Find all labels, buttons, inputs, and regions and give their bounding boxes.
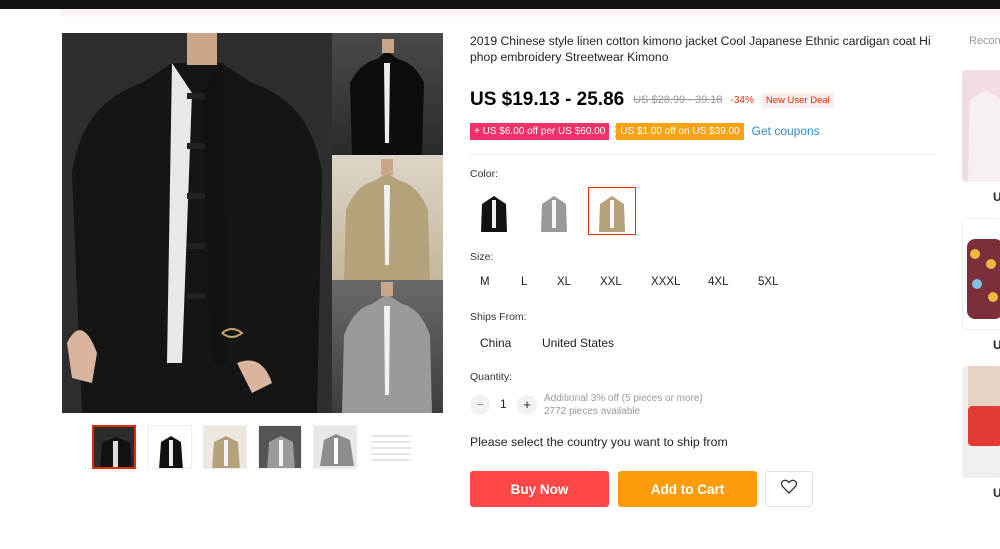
thumbnail-5[interactable] (313, 425, 357, 469)
coupon-row: + US $6.00 off per US $60.00 US $1.00 of… (470, 122, 820, 140)
thumbnail-strip (92, 425, 422, 471)
size-option-4xl[interactable]: 4XL (708, 276, 728, 288)
size-option-m[interactable]: M (480, 276, 490, 288)
quantity-label: Quantity: (470, 371, 513, 383)
size-option-xl[interactable]: XL (557, 276, 571, 288)
original-price: US $28.99 - 39.18 (633, 94, 723, 106)
quantity-note: Additional 3% off (5 pieces or more) 277… (544, 392, 703, 418)
add-to-cart-button[interactable]: Add to Cart (618, 471, 757, 507)
size-option-5xl[interactable]: 5XL (758, 276, 778, 288)
size-option-xxxl[interactable]: XXXL (651, 276, 680, 288)
recommended-title: Recon (969, 35, 1000, 47)
color-label: Color: (470, 168, 499, 180)
recommended-item-1[interactable] (962, 70, 1000, 182)
quantity-increase-button[interactable]: + (517, 395, 537, 415)
size-option-l[interactable]: L (521, 276, 527, 288)
top-navigation-bar (0, 0, 1000, 9)
quantity-decrease-button[interactable]: − (470, 395, 490, 415)
thumbnail-2[interactable] (148, 425, 192, 469)
quantity-value[interactable]: 1 (500, 397, 507, 411)
coupon-select-discount[interactable]: US $1.00 off on US $39.00 (615, 122, 744, 140)
gallery-image-khaki-jacket[interactable] (332, 155, 443, 280)
thumbnail-1[interactable] (92, 425, 136, 469)
recommended-item-3[interactable] (962, 366, 1000, 478)
get-coupons-link[interactable]: Get coupons (752, 124, 820, 138)
recommended-price-2: U (993, 338, 1000, 352)
new-user-deal-badge: New User Deal (761, 92, 834, 108)
color-swatch-grey[interactable] (530, 187, 578, 235)
recommended-price-3: U (993, 486, 1000, 500)
price-row: US $19.13 - 25.86 US $28.99 - 39.18 -34%… (470, 88, 834, 112)
ships-from-china[interactable]: China (480, 336, 511, 350)
discount-badge: -34% (730, 94, 754, 106)
buy-now-button[interactable]: Buy Now (470, 471, 609, 507)
color-swatch-khaki[interactable] (588, 187, 636, 235)
thumbnail-4[interactable] (258, 425, 302, 469)
header-shadow (60, 9, 1000, 19)
product-title: 2019 Chinese style linen cotton kimono j… (470, 34, 931, 64)
ships-from-label: Ships From: (470, 311, 527, 323)
ships-from-united-states[interactable]: United States (542, 336, 614, 350)
main-product-image[interactable] (62, 33, 332, 413)
wishlist-button[interactable] (765, 471, 813, 507)
stock-available-note: 2772 pieces available (544, 406, 641, 417)
image-gallery-column (332, 33, 443, 413)
size-options: M L XL XXL XXXL 4XL 5XL (480, 276, 800, 292)
thumbnail-6-size-chart[interactable] (368, 425, 412, 469)
color-swatch-black[interactable] (470, 187, 518, 235)
thumbnail-3[interactable] (203, 425, 247, 469)
shipping-country-message: Please select the country you want to sh… (470, 435, 728, 449)
bulk-discount-note: Additional 3% off (5 pieces or more) (544, 393, 703, 404)
coupon-store-discount[interactable]: + US $6.00 off per US $60.00 (470, 122, 610, 140)
current-price: US $19.13 - 25.86 (470, 89, 625, 110)
size-label: Size: (470, 251, 494, 263)
gallery-image-grey-jacket[interactable] (332, 280, 443, 413)
recommended-item-2[interactable] (962, 218, 1000, 330)
recommended-price-1: U (993, 190, 1000, 204)
heart-icon (780, 479, 798, 499)
gallery-image-black-jacket[interactable] (332, 33, 443, 155)
size-option-xxl[interactable]: XXL (600, 276, 622, 288)
divider (470, 154, 936, 155)
